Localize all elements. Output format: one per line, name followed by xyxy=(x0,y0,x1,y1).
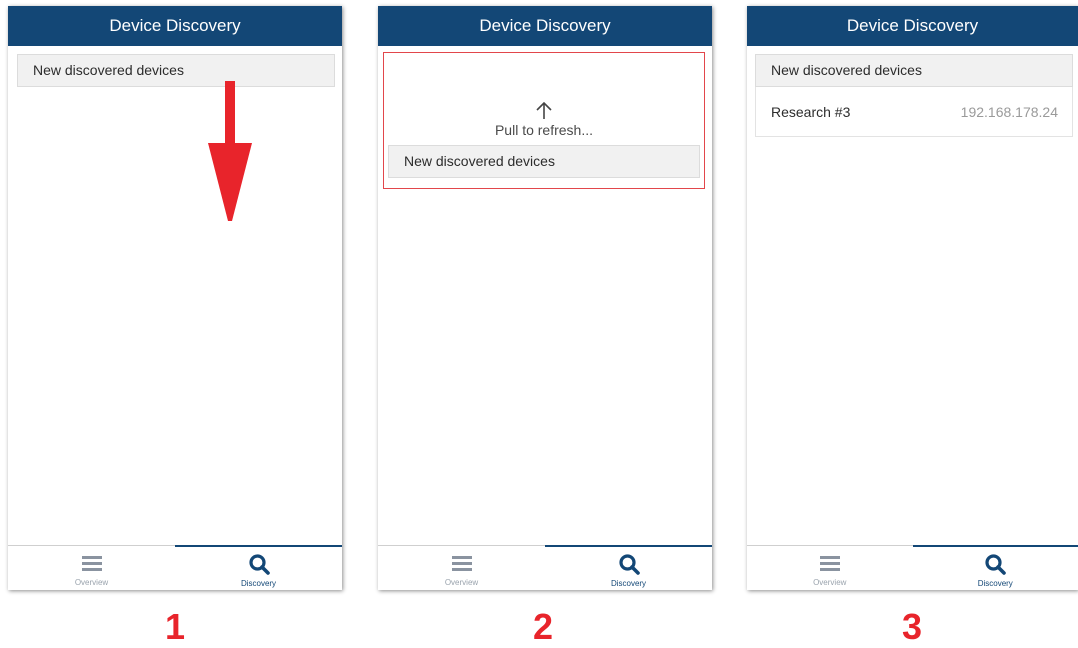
pull-to-refresh-text: Pull to refresh... xyxy=(384,122,704,138)
tab-overview-label: Overview xyxy=(747,578,913,587)
tab-discovery-label: Discovery xyxy=(545,579,712,588)
screen-3: Device Discovery New discovered devices … xyxy=(747,6,1078,590)
bottom-nav: Overview Discovery xyxy=(8,545,342,590)
search-icon xyxy=(618,553,640,575)
tab-discovery-label: Discovery xyxy=(175,579,342,588)
tab-discovery[interactable]: Discovery xyxy=(545,545,712,590)
tab-discovery-label: Discovery xyxy=(913,579,1078,588)
pull-to-refresh-highlight: Pull to refresh... New discovered device… xyxy=(383,52,705,189)
section-header-new-devices: New discovered devices xyxy=(17,54,335,87)
section-header-new-devices: New discovered devices xyxy=(755,54,1073,87)
hamburger-icon xyxy=(451,552,473,574)
screen-1: Device Discovery New discovered devices … xyxy=(8,6,342,590)
tab-overview-label: Overview xyxy=(378,578,545,587)
screen-2: Device Discovery Pull to refresh... New … xyxy=(378,6,712,590)
hamburger-icon xyxy=(819,552,841,574)
device-list-item[interactable]: Research #3 192.168.178.24 xyxy=(755,87,1073,137)
search-icon xyxy=(984,553,1006,575)
tab-overview[interactable]: Overview xyxy=(378,546,545,590)
bottom-nav: Overview Discovery xyxy=(747,545,1078,590)
tab-overview[interactable]: Overview xyxy=(8,546,175,590)
tab-discovery[interactable]: Discovery xyxy=(175,545,342,590)
page-title: Device Discovery xyxy=(378,6,712,46)
hamburger-icon xyxy=(81,552,103,574)
page-title: Device Discovery xyxy=(747,6,1078,46)
step-number-2: 2 xyxy=(523,606,563,648)
bottom-nav: Overview Discovery xyxy=(378,545,712,590)
device-ip: 192.168.178.24 xyxy=(961,104,1058,120)
step-number-1: 1 xyxy=(155,606,195,648)
step-number-3: 3 xyxy=(892,606,932,648)
section-header-new-devices: New discovered devices xyxy=(388,145,700,178)
search-icon xyxy=(248,553,270,575)
page-title: Device Discovery xyxy=(8,6,342,46)
tab-overview-label: Overview xyxy=(8,578,175,587)
down-arrow-icon xyxy=(208,81,252,226)
tab-overview[interactable]: Overview xyxy=(747,546,913,590)
tab-discovery[interactable]: Discovery xyxy=(913,545,1078,590)
device-name: Research #3 xyxy=(771,104,850,120)
up-arrow-icon xyxy=(534,101,554,121)
